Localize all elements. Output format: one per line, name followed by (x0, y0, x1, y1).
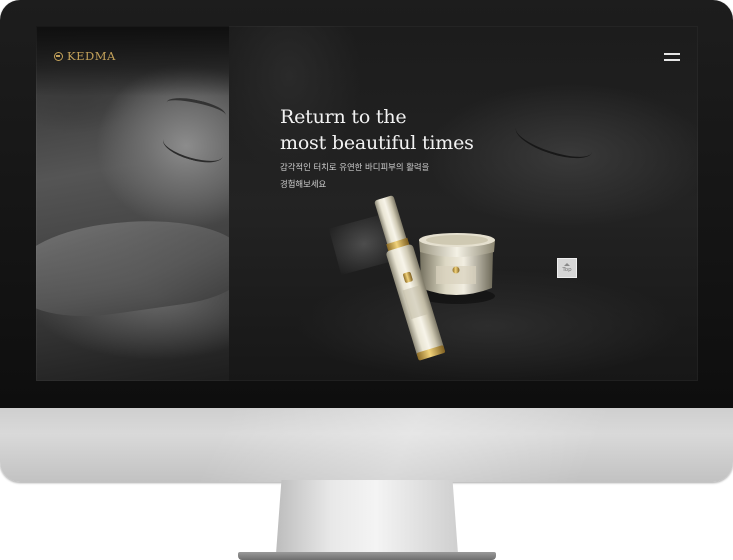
kedma-logo-icon (54, 51, 63, 61)
hero-subtext-line1: 감각적인 터치로 유연한 바디피부의 활력을 (280, 162, 430, 172)
hero-side-photo (36, 26, 252, 381)
brand-logo[interactable]: KEDMA (54, 49, 116, 63)
hero-background-photo (229, 26, 698, 381)
hero-headline-line1: Return to the (280, 106, 407, 128)
chevron-up-icon (564, 263, 570, 266)
monitor-chin-highlight (0, 408, 733, 482)
scroll-top-label: Top (562, 267, 572, 273)
photo-brow (164, 93, 228, 124)
monitor-stand-base (238, 552, 496, 560)
photo-closed-eye (159, 127, 227, 169)
hamburger-menu-icon[interactable] (664, 52, 680, 62)
photo-closed-eye (511, 114, 597, 166)
monitor-stand (276, 480, 458, 554)
hero-subtext-line2: 경험해보세요 (280, 179, 327, 189)
brand-name: KEDMA (67, 49, 116, 63)
website-screen: KEDMA Return to the most beautiful times… (36, 26, 698, 381)
photo-arm (36, 205, 252, 327)
hero-subtext: 감각적인 터치로 유연한 바디피부의 활력을 경험해보세요 (280, 159, 460, 193)
hero-headline-line2: most beautiful times (280, 132, 474, 154)
scroll-top-button[interactable]: Top (557, 258, 577, 278)
hero-headline: Return to the most beautiful times (280, 104, 474, 156)
